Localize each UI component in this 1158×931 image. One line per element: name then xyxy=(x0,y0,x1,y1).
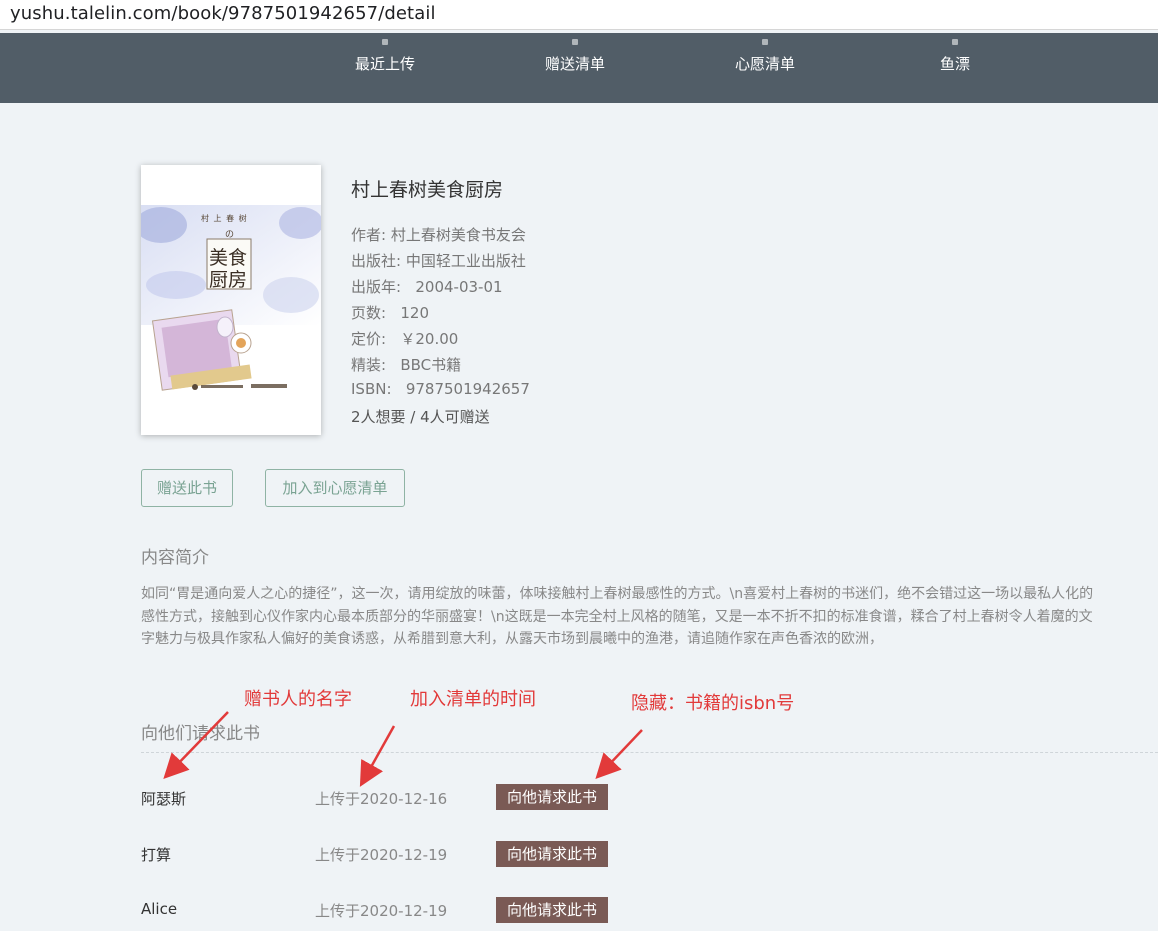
request-book-button[interactable]: 向他请求此书 xyxy=(496,897,608,923)
request-book-button[interactable]: 向他请求此书 xyxy=(496,784,608,810)
arrow-to-name xyxy=(163,711,229,779)
giver-name: 打算 xyxy=(141,846,172,864)
arrow-to-request xyxy=(595,729,643,780)
giver-upload-time: 上传于2020-12-19 xyxy=(315,902,448,920)
arrow-to-time xyxy=(359,725,396,787)
giver-upload-time: 上传于2020-12-16 xyxy=(315,790,448,808)
giver-upload-time: 上传于2020-12-19 xyxy=(315,846,448,864)
giver-name: 阿瑟斯 xyxy=(141,790,187,808)
giver-name: Alice xyxy=(141,900,178,918)
request-book-button[interactable]: 向他请求此书 xyxy=(496,841,608,867)
